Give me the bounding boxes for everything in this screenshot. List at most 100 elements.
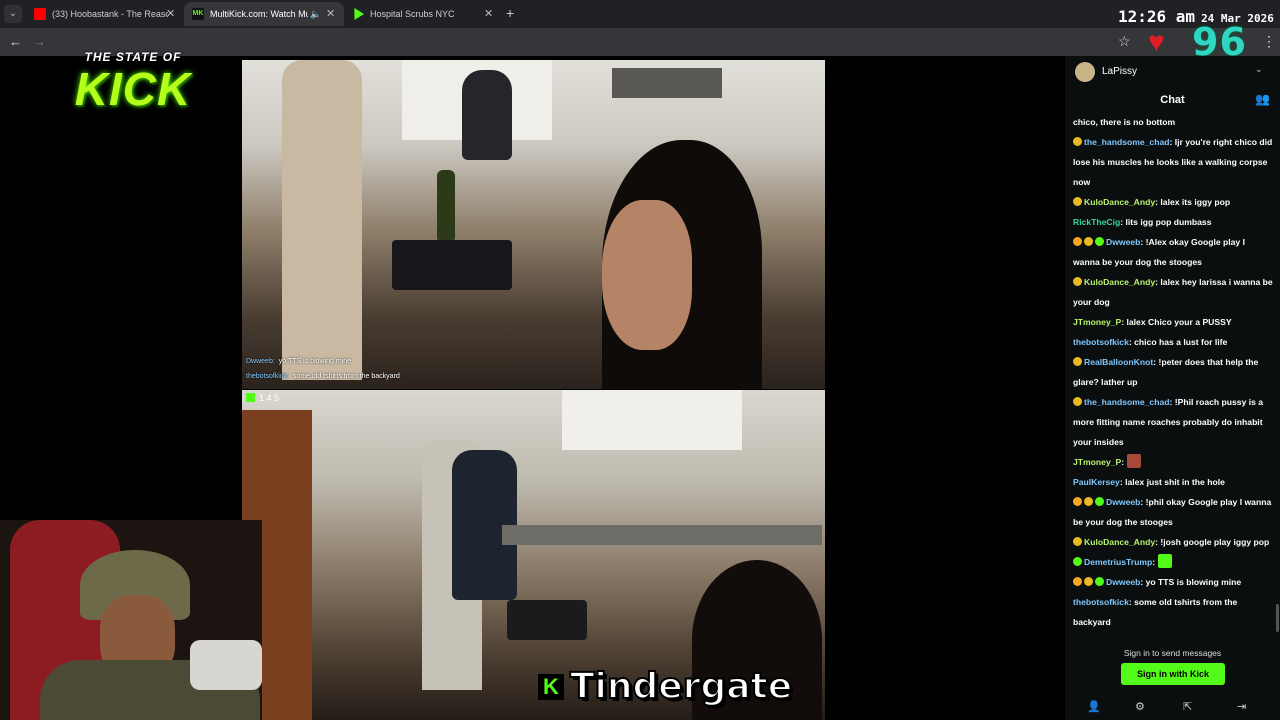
stream-video-top[interactable]: Dwweeb: yo TTS is blowing mine thebotsofk… xyxy=(242,60,825,389)
browser-menu-icon[interactable]: ⋮ xyxy=(1262,33,1276,50)
chat-username[interactable]: Dwweeb xyxy=(1106,497,1140,507)
chevron-down-icon[interactable]: ⌄ xyxy=(1255,64,1263,75)
chat-username[interactable]: the_handsome_chad xyxy=(1084,137,1169,147)
back-button[interactable]: ← xyxy=(9,34,22,49)
multikick-icon: MK xyxy=(192,8,204,20)
chat-message: KuloDance_Andy: lalex hey larissa i wann… xyxy=(1073,272,1273,312)
play-icon xyxy=(354,8,364,20)
chat-message: Dwweeb: yo TTS is blowing mine xyxy=(1073,572,1273,592)
exit-icon[interactable]: ⇥ xyxy=(1237,700,1246,713)
chat-text: !josh google play iggy pop xyxy=(1160,537,1270,547)
badge-icon xyxy=(1073,497,1082,506)
chat-panel: LaPissy ⌄ Chat 👥 chico, there is no bott… xyxy=(1065,56,1280,720)
badge-icon xyxy=(1095,237,1104,246)
channel-name: LaPissy xyxy=(1102,66,1138,77)
chat-message: RealBalloonKnot: !peter does that help t… xyxy=(1073,352,1273,392)
live-indicator-icon xyxy=(246,393,255,402)
clock-time: 12:26 am xyxy=(1118,7,1196,26)
chat-username[interactable]: RickTheCig xyxy=(1073,217,1120,227)
speaker-icon[interactable]: 🔈 xyxy=(310,2,321,26)
stool xyxy=(507,600,587,640)
chat-username[interactable]: Dwweeb xyxy=(1106,577,1140,587)
chat-username[interactable]: JTmoney_P xyxy=(1073,457,1121,467)
chat-username[interactable]: KuloDance_Andy xyxy=(1084,197,1155,207)
badge-icon xyxy=(1073,277,1082,286)
woman-face xyxy=(602,200,692,350)
person-background xyxy=(462,70,512,160)
close-icon[interactable]: ✕ xyxy=(484,2,493,26)
chat-message: thebotsofkick: some old tshirts from the… xyxy=(1073,592,1273,632)
state-of-kick-logo: THE STATE OF KICK xyxy=(26,24,240,140)
tab-search-dropdown-icon[interactable]: ⌄ xyxy=(4,5,22,23)
chat-footer: 👤 ⚙ ⇱ ⇥ xyxy=(1065,698,1280,720)
badge-icon xyxy=(1095,497,1104,506)
badge-icon xyxy=(1073,537,1082,546)
chat-text: lalex just shit in the hole xyxy=(1125,477,1225,487)
chat-username[interactable]: KuloDance_Andy xyxy=(1084,537,1155,547)
badge-icon xyxy=(1084,237,1093,246)
chat-username[interactable]: KuloDance_Andy xyxy=(1084,277,1155,287)
kick-logo-icon: K xyxy=(538,674,564,700)
chat-username[interactable]: PaulKersey xyxy=(1073,477,1120,487)
chat-separator: : xyxy=(1152,557,1158,567)
chat-username[interactable]: Dwweeb xyxy=(1106,237,1140,247)
add-user-icon[interactable]: 👤 xyxy=(1087,700,1101,713)
youtube-icon xyxy=(34,8,46,20)
badge-icon xyxy=(1073,557,1082,566)
chat-username[interactable]: JTmoney_P xyxy=(1073,317,1121,327)
tab-hospital-scrubs[interactable]: Hospital Scrubs NYC ✕ xyxy=(344,2,500,26)
chat-title: Chat xyxy=(1160,94,1185,106)
stool xyxy=(392,240,512,290)
chat-username[interactable]: thebotsofkick xyxy=(1073,597,1129,607)
chat-text: lalex its iggy pop xyxy=(1160,197,1231,207)
popout-icon[interactable]: ⇱ xyxy=(1183,700,1192,713)
chat-message: chico, there is no bottom xyxy=(1073,112,1273,132)
gear-icon[interactable]: ⚙ xyxy=(1135,700,1145,713)
chat-username[interactable]: RealBalloonKnot xyxy=(1084,357,1153,367)
viewer-count: 1 4 5 xyxy=(246,393,279,403)
chat-text: lalex Chico your a PUSSY xyxy=(1126,317,1232,327)
chat-message: DemetriusTrump: xyxy=(1073,552,1273,572)
logo-title: KICK xyxy=(74,63,192,115)
signin-with-kick-button[interactable]: Sign in with Kick xyxy=(1121,663,1225,685)
heart-icon: ♥ xyxy=(1148,26,1165,57)
tab-hoobastank[interactable]: (33) Hoobastank - The Reason ✕ xyxy=(26,2,184,26)
badge-icon xyxy=(1073,357,1082,366)
streamer-webcam xyxy=(0,520,262,720)
tab-label: (33) Hoobastank - The Reason xyxy=(52,9,168,19)
wall-cabinet xyxy=(562,390,742,450)
emote-icon xyxy=(1126,454,1141,468)
overlay-chat-line: Dwweeb: yo TTS is blowing mine xyxy=(246,358,352,365)
chat-text: yo TTS is blowing mine xyxy=(1145,577,1242,587)
chat-message: JTmoney_P: lalex Chico your a PUSSY xyxy=(1073,312,1273,332)
chat-message: the_handsome_chad: ljr you're right chic… xyxy=(1073,132,1273,192)
close-icon[interactable]: ✕ xyxy=(326,2,335,26)
chat-username[interactable]: the_handsome_chad xyxy=(1084,397,1169,407)
users-icon[interactable]: 👥 xyxy=(1255,92,1270,106)
close-icon[interactable]: ✕ xyxy=(166,2,175,26)
chat-username[interactable]: thebotsofkick xyxy=(1073,337,1129,347)
overlay-chat-line: thebotsofkick: some old tshirts from the … xyxy=(246,373,400,380)
chat-username[interactable]: DemetriusTrump xyxy=(1084,557,1152,567)
tab-label: Hospital Scrubs NYC xyxy=(370,9,455,19)
chat-message: JTmoney_P: xyxy=(1073,452,1273,472)
badge-icon xyxy=(1073,397,1082,406)
chat-message: RickTheCig: lits igg pop dumbass xyxy=(1073,212,1273,232)
emote-icon xyxy=(1157,554,1172,568)
tab-multikick[interactable]: MK MultiKick.com: Watch Multi 🔈 ✕ xyxy=(184,2,344,26)
chat-text: lits igg pop dumbass xyxy=(1125,217,1212,227)
badge-icon xyxy=(1084,577,1093,586)
badge-icon xyxy=(1073,237,1082,246)
chat-messages[interactable]: chico, there is no bottom the_handsome_ch… xyxy=(1073,112,1273,632)
person-standing xyxy=(282,60,362,380)
badge-icon xyxy=(1095,577,1104,586)
chat-scrollbar[interactable] xyxy=(1276,604,1279,632)
chat-text: chico has a lust for life xyxy=(1134,337,1228,347)
chat-message: KuloDance_Andy: !josh google play iggy p… xyxy=(1073,532,1273,552)
chat-message: PaulKersey: lalex just shit in the hole xyxy=(1073,472,1273,492)
bookmark-star-icon[interactable]: ☆ xyxy=(1118,33,1131,50)
bottle xyxy=(437,170,455,240)
caption-text: Tindergate xyxy=(569,665,793,708)
new-tab-button[interactable]: + xyxy=(506,5,514,21)
chat-message: KuloDance_Andy: lalex its iggy pop xyxy=(1073,192,1273,212)
